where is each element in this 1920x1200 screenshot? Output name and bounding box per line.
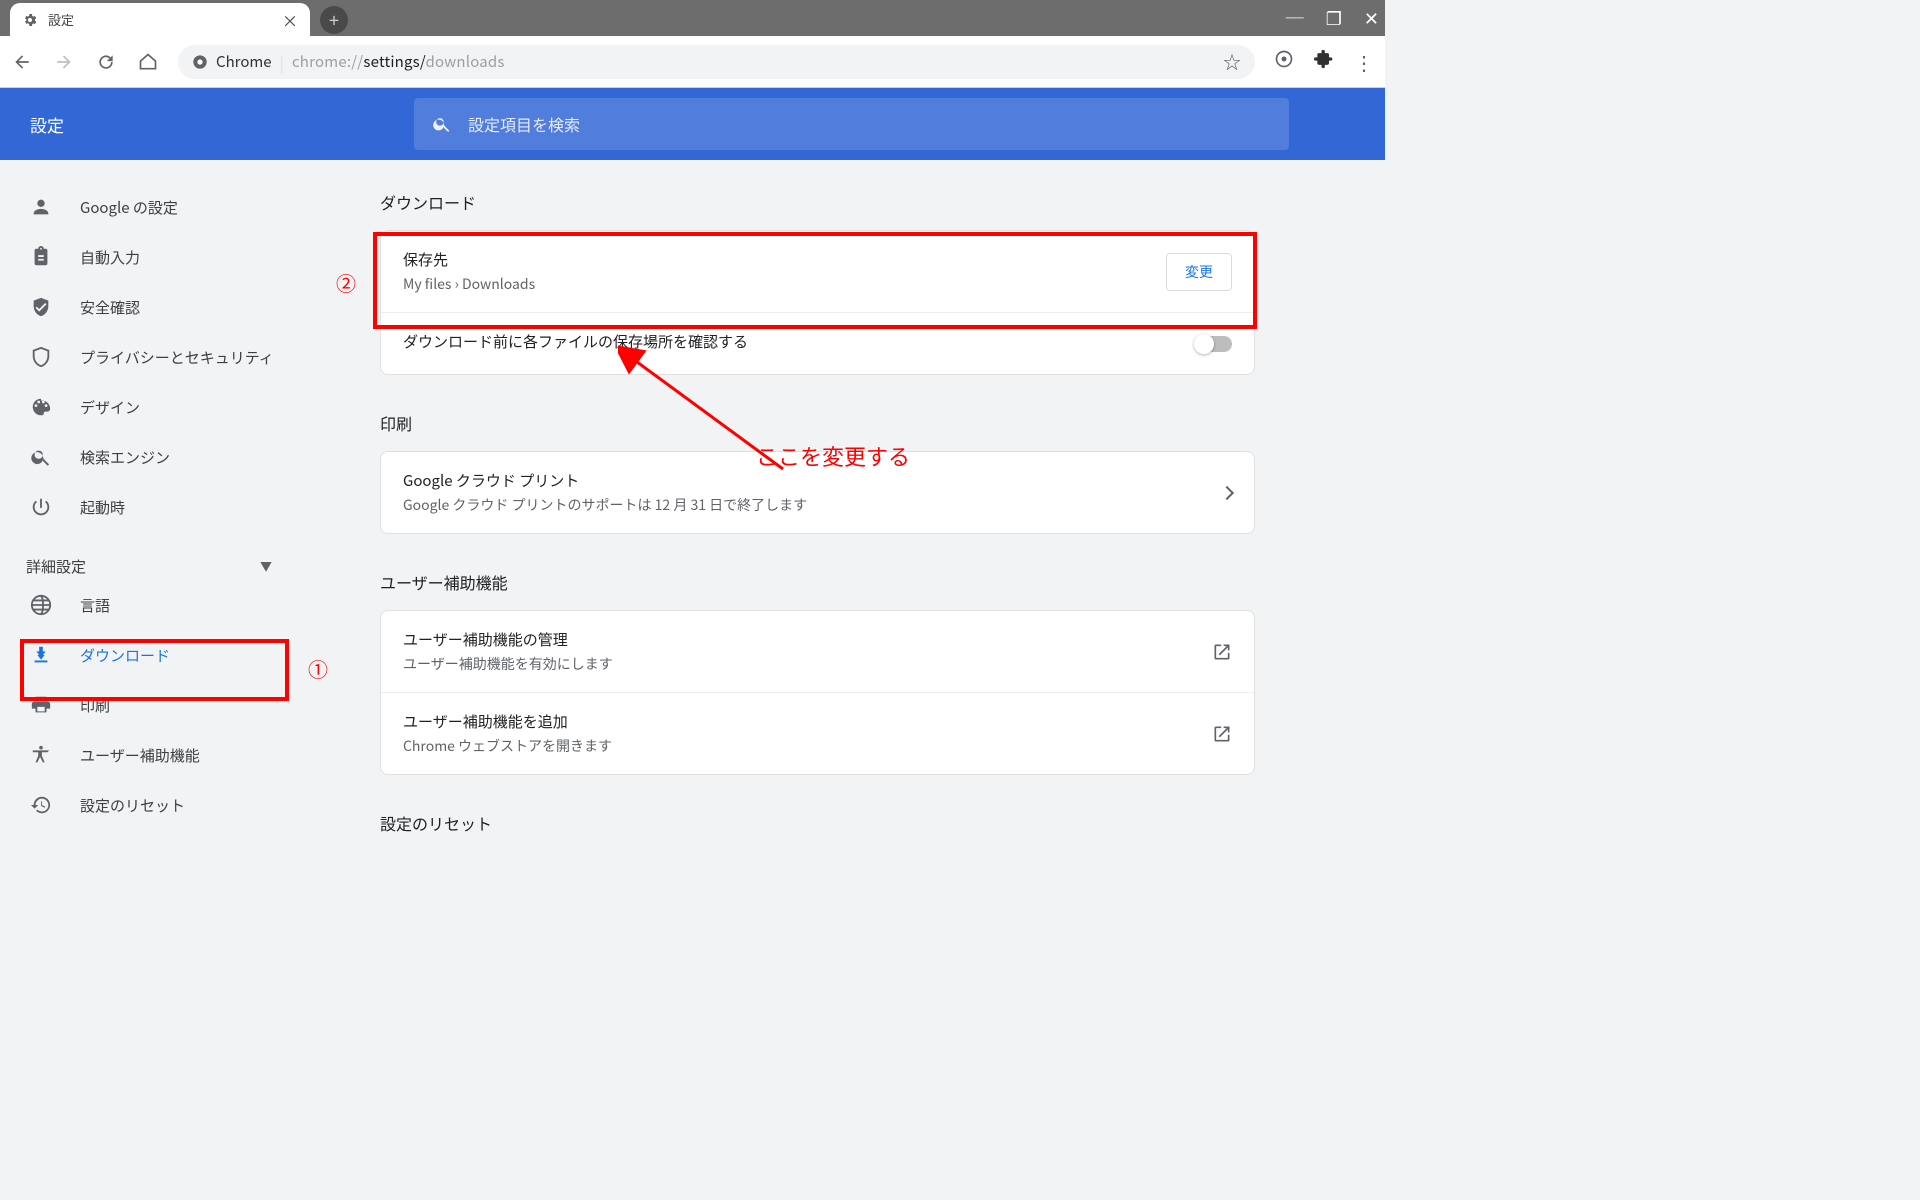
sidebar: Google の設定 自動入力 安全確認 プライバシーとセキュリティ デザイン … xyxy=(0,160,300,867)
close-window-button[interactable]: ✕ xyxy=(1364,5,1379,31)
sidebar-item-downloads[interactable]: ダウンロード xyxy=(0,630,300,680)
a11y-add-label: ユーザー補助機能を追加 xyxy=(403,711,612,732)
person-icon xyxy=(30,196,52,218)
section-title-a11y: ユーザー補助機能 xyxy=(380,570,1385,594)
download-location-value: My files › Downloads xyxy=(403,274,535,294)
section-title-download: ダウンロード xyxy=(380,190,1385,214)
open-external-icon xyxy=(1212,724,1232,744)
printer-icon xyxy=(30,694,52,716)
sidebar-item-google[interactable]: Google の設定 xyxy=(0,182,300,232)
gear-icon xyxy=(22,12,38,28)
window-controls: ─ ❐ ✕ xyxy=(1286,0,1379,36)
sidebar-item-accessibility[interactable]: ユーザー補助機能 xyxy=(0,730,300,780)
sidebar-item-language[interactable]: 言語 xyxy=(0,580,300,630)
annotation-number-1: ① xyxy=(308,654,328,683)
globe-icon xyxy=(30,594,52,616)
a11y-card: ユーザー補助機能の管理 ユーザー補助機能を有効にします ユーザー補助機能を追加 … xyxy=(380,610,1255,775)
chrome-icon xyxy=(192,54,208,70)
minimize-button[interactable]: ─ xyxy=(1286,5,1304,31)
a11y-manage-row[interactable]: ユーザー補助機能の管理 ユーザー補助機能を有効にします xyxy=(381,611,1254,693)
new-tab-button[interactable]: + xyxy=(320,6,348,34)
search-icon xyxy=(30,446,52,468)
palette-icon xyxy=(30,396,52,418)
download-ask-row: ダウンロード前に各ファイルの保存場所を確認する xyxy=(381,313,1254,374)
incognito-icon[interactable] xyxy=(1273,49,1295,74)
download-location-row: 保存先 My files › Downloads 変更 xyxy=(381,231,1254,313)
sidebar-item-autofill[interactable]: 自動入力 xyxy=(0,232,300,282)
settings-header: 設定 設定項目を検索 xyxy=(0,88,1385,160)
close-icon[interactable]: × xyxy=(282,8,298,32)
sidebar-item-print[interactable]: 印刷 xyxy=(0,680,300,730)
reload-button[interactable] xyxy=(94,52,118,72)
sidebar-advanced-toggle[interactable]: 詳細設定 ▲ xyxy=(0,532,300,580)
search-placeholder: 設定項目を検索 xyxy=(468,112,580,136)
main-content: ダウンロード 保存先 My files › Downloads 変更 ダウンロー… xyxy=(300,160,1385,867)
download-ask-label: ダウンロード前に各ファイルの保存場所を確認する xyxy=(403,331,748,352)
sidebar-item-reset[interactable]: 設定のリセット xyxy=(0,780,300,830)
extensions-icon[interactable] xyxy=(1313,49,1335,74)
menu-button[interactable]: ⋮ xyxy=(1353,47,1375,76)
annotation-number-2: ② xyxy=(336,268,356,297)
sidebar-item-privacy[interactable]: プライバシーとセキュリティ xyxy=(0,332,300,382)
omnibox[interactable]: Chrome | chrome://settings/downloads ☆ xyxy=(178,45,1255,79)
download-location-label: 保存先 xyxy=(403,249,535,270)
a11y-manage-label: ユーザー補助機能の管理 xyxy=(403,629,613,650)
search-icon xyxy=(432,114,452,134)
omnibox-site-label: Chrome xyxy=(216,51,272,72)
chevron-down-icon: ▲ xyxy=(260,558,272,575)
omnibox-url: chrome://settings/downloads xyxy=(292,51,505,72)
bookmark-star-icon[interactable]: ☆ xyxy=(1223,49,1241,75)
change-location-button[interactable]: 変更 xyxy=(1166,253,1232,291)
cloud-print-sub: Google クラウド プリントのサポートは 12 月 31 日で終了します xyxy=(403,495,807,515)
cloud-print-label: Google クラウド プリント xyxy=(403,470,807,491)
shield-icon xyxy=(30,346,52,368)
settings-search[interactable]: 設定項目を検索 xyxy=(414,98,1289,150)
sidebar-item-search-engine[interactable]: 検索エンジン xyxy=(0,432,300,482)
a11y-add-row[interactable]: ユーザー補助機能を追加 Chrome ウェブストアを開きます xyxy=(381,693,1254,774)
page-title: 設定 xyxy=(30,112,64,137)
open-external-icon xyxy=(1212,642,1232,662)
back-button[interactable] xyxy=(10,52,34,72)
a11y-manage-sub: ユーザー補助機能を有効にします xyxy=(403,654,613,674)
accessibility-icon xyxy=(30,744,52,766)
restore-icon xyxy=(30,794,52,816)
browser-tab-active[interactable]: 設定 × xyxy=(10,3,310,36)
shield-check-icon xyxy=(30,296,52,318)
sidebar-item-startup[interactable]: 起動時 xyxy=(0,482,300,532)
section-title-reset: 設定のリセット xyxy=(380,811,1385,835)
forward-button[interactable] xyxy=(52,52,76,72)
home-button[interactable] xyxy=(136,52,160,72)
sidebar-item-safety[interactable]: 安全確認 xyxy=(0,282,300,332)
download-ask-toggle[interactable] xyxy=(1196,336,1232,352)
chevron-right-icon xyxy=(1220,485,1234,499)
download-card: 保存先 My files › Downloads 変更 ダウンロード前に各ファイ… xyxy=(380,230,1255,375)
tab-strip: 設定 × + ─ ❐ ✕ xyxy=(0,0,1385,36)
sidebar-item-appearance[interactable]: デザイン xyxy=(0,382,300,432)
browser-toolbar: Chrome | chrome://settings/downloads ☆ ⋮ xyxy=(0,36,1385,88)
maximize-button[interactable]: ❐ xyxy=(1326,5,1342,31)
a11y-add-sub: Chrome ウェブストアを開きます xyxy=(403,736,612,756)
power-icon xyxy=(30,496,52,518)
annotation-text: ここを変更する xyxy=(756,440,910,472)
tab-title: 設定 xyxy=(48,10,272,29)
section-title-print: 印刷 xyxy=(380,411,1385,435)
clipboard-icon xyxy=(30,246,52,268)
download-icon xyxy=(30,644,52,666)
